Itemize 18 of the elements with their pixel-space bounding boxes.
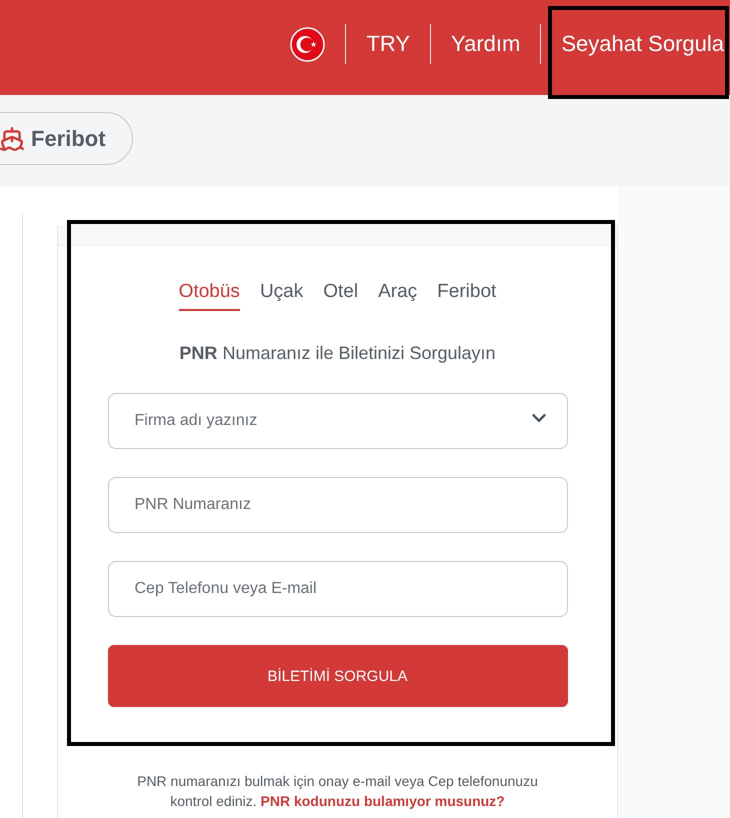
ship-icon [0,126,25,152]
form-heading: PNR Numaranız ile Biletinizi Sorgulayın [179,342,496,364]
help-text: PNR numaranızı bulmak için onay e-mail veya Cep telefonunuzu kontrol ediniz. PNR kodunuzu bulamıyor musunuz? [136,772,539,811]
input-field[interactable]: Cep Telefonu veya E-mail [108,561,568,617]
category-button[interactable]: Feribot [0,112,133,165]
help-link[interactable]: PNR kodunuzu bulamıyor musunuz? [260,793,505,809]
tab[interactable]: Feribot [437,281,496,311]
tab[interactable]: Otobüs [178,281,240,311]
submit-button[interactable]: BİLETİMİ SORGULA [108,645,568,707]
nav-link[interactable]: Yardım [451,30,520,58]
select-field[interactable]: Firma adı yazınız [108,393,568,449]
nav-link[interactable]: TRY [366,30,410,58]
tab[interactable]: Araç [378,281,418,311]
nav-link[interactable]: Seyahat Sorgula [561,30,724,58]
tab[interactable]: Otel [323,281,358,311]
input-field[interactable]: PNR Numaranız [108,477,568,533]
tab[interactable]: Uçak [260,281,304,311]
flag-icon[interactable] [290,26,326,62]
